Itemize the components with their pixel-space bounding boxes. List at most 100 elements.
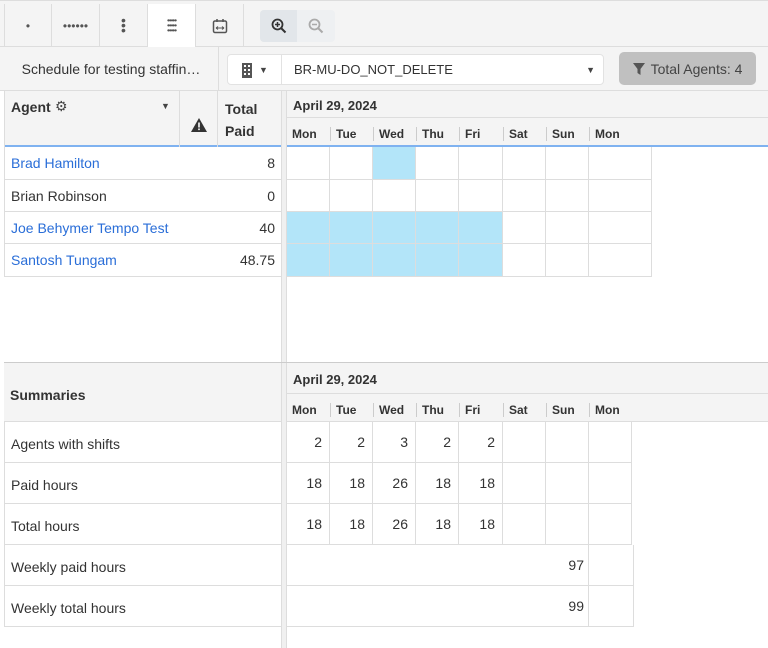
- summary-value: [546, 422, 589, 463]
- agent-name-link[interactable]: Santosh Tungam: [11, 252, 117, 268]
- site-type-dropdown[interactable]: ▼: [228, 55, 282, 84]
- shift-block[interactable]: [287, 212, 330, 244]
- shift-block[interactable]: [287, 244, 330, 277]
- summary-value: 26: [373, 504, 416, 545]
- schedule-cell[interactable]: [503, 147, 546, 180]
- schedule-cell[interactable]: [546, 180, 589, 212]
- summary-value: 26: [373, 463, 416, 504]
- date-range-button[interactable]: [196, 4, 244, 47]
- schedule-cell[interactable]: [503, 244, 546, 277]
- gear-icon[interactable]: ⚙: [55, 98, 68, 115]
- summary-value: [503, 463, 546, 504]
- agent-name-link: Brian Robinson: [11, 188, 107, 204]
- schedule-cell[interactable]: [546, 244, 589, 277]
- agent-name-link[interactable]: Joe Behymer Tempo Test: [11, 220, 168, 236]
- summary-empty-cell: [589, 586, 634, 627]
- agent-column-header[interactable]: Agent ⚙ ▼: [4, 91, 180, 147]
- shift-block[interactable]: [416, 212, 459, 244]
- site-select[interactable]: ▼ BR-MU-DO_NOT_DELETE ▼: [227, 54, 604, 85]
- summary-value: 18: [416, 463, 459, 504]
- summary-label: Paid hours: [11, 477, 78, 493]
- summary-row: Paid hours: [4, 463, 281, 504]
- density-4-button[interactable]: ••••• ••••• •••••: [148, 4, 196, 47]
- calendar-range-icon: [212, 18, 227, 33]
- sort-dropdown-icon[interactable]: ▼: [161, 101, 170, 111]
- toolbar: • •••••• • • • ••••• ••••• •••••: [0, 0, 768, 47]
- schedule-cell[interactable]: [503, 180, 546, 212]
- schedule-cell[interactable]: [589, 180, 652, 212]
- schedule-cell[interactable]: [416, 180, 459, 212]
- day-header: Wed: [373, 127, 404, 141]
- day-header: Sun: [546, 127, 575, 141]
- day-header: Mon: [292, 127, 317, 141]
- day-header: Fri: [459, 403, 480, 417]
- zoom-in-button[interactable]: [260, 10, 297, 42]
- schedule-cell[interactable]: [459, 147, 503, 180]
- schedule-cell[interactable]: [416, 147, 459, 180]
- summary-value: [589, 463, 632, 504]
- shift-block[interactable]: [373, 147, 416, 180]
- summary-empty-cell: [589, 545, 634, 586]
- shift-block[interactable]: [416, 244, 459, 277]
- agent-column-label: Agent: [11, 99, 51, 115]
- day-header: Thu: [416, 403, 444, 417]
- site-select-value: BR-MU-DO_NOT_DELETE: [294, 62, 453, 77]
- summary-value: [503, 504, 546, 545]
- total-paid-header[interactable]: Total Paid: [225, 98, 257, 142]
- density-2-button[interactable]: ••••••: [52, 4, 100, 47]
- summary-value: 18: [459, 463, 503, 504]
- summary-value: 3: [373, 422, 416, 463]
- schedule-cell[interactable]: [503, 212, 546, 244]
- day-header: Thu: [416, 127, 444, 141]
- shift-block[interactable]: [459, 244, 503, 277]
- shift-block[interactable]: [330, 244, 373, 277]
- total-paid-value: 0: [267, 188, 275, 204]
- schedule-cell[interactable]: [546, 212, 589, 244]
- summary-value: [589, 504, 632, 545]
- schedule-cell[interactable]: [330, 147, 373, 180]
- shift-block[interactable]: [373, 244, 416, 277]
- summaries-week-label: April 29, 2024: [293, 372, 377, 387]
- schedule-cell[interactable]: [589, 244, 652, 277]
- schedule-cell[interactable]: [589, 212, 652, 244]
- summary-value: [589, 422, 632, 463]
- summaries-title: Summaries: [10, 387, 86, 403]
- shift-block[interactable]: [330, 212, 373, 244]
- building-icon: [242, 62, 253, 78]
- day-header: Wed: [373, 403, 404, 417]
- summary-value: 18: [287, 504, 330, 545]
- weekly-summary-value: 99: [287, 586, 589, 627]
- agent-row: Santosh Tungam 48.75: [4, 244, 281, 277]
- summary-row: Agents with shifts: [4, 422, 281, 463]
- summary-value: [546, 463, 589, 504]
- agent-row: Brad Hamilton 8: [4, 147, 281, 180]
- schedule-cell[interactable]: [287, 180, 330, 212]
- density-1-button[interactable]: •: [4, 4, 52, 47]
- agent-row: Brian Robinson 0: [4, 180, 281, 212]
- day-header: Tue: [330, 127, 356, 141]
- day-header: Fri: [459, 127, 480, 141]
- warning-column-header: [180, 91, 218, 147]
- chevron-down-icon: ▼: [586, 64, 595, 75]
- total-label: Total: [225, 101, 258, 117]
- schedule-title[interactable]: Schedule for testing staffin…: [4, 47, 219, 91]
- schedule-cell[interactable]: [546, 147, 589, 180]
- summary-label: Total hours: [11, 518, 80, 534]
- schedule-cell[interactable]: [287, 147, 330, 180]
- zoom-out-button[interactable]: [297, 10, 334, 42]
- summary-value: 2: [416, 422, 459, 463]
- schedule-cell[interactable]: [589, 147, 652, 180]
- density-3-button[interactable]: • • •: [100, 4, 148, 47]
- shift-block[interactable]: [459, 212, 503, 244]
- day-header: Sun: [546, 403, 575, 417]
- total-agents-filter-button[interactable]: Total Agents: 4: [619, 52, 756, 85]
- shift-block[interactable]: [373, 212, 416, 244]
- summary-value: [503, 422, 546, 463]
- agent-name-link[interactable]: Brad Hamilton: [11, 155, 100, 171]
- filter-icon: [632, 62, 645, 75]
- schedule-cell[interactable]: [459, 180, 503, 212]
- summary-label: Agents with shifts: [11, 436, 120, 452]
- schedule-cell[interactable]: [330, 180, 373, 212]
- schedule-cell[interactable]: [373, 180, 416, 212]
- summary-value: 18: [330, 463, 373, 504]
